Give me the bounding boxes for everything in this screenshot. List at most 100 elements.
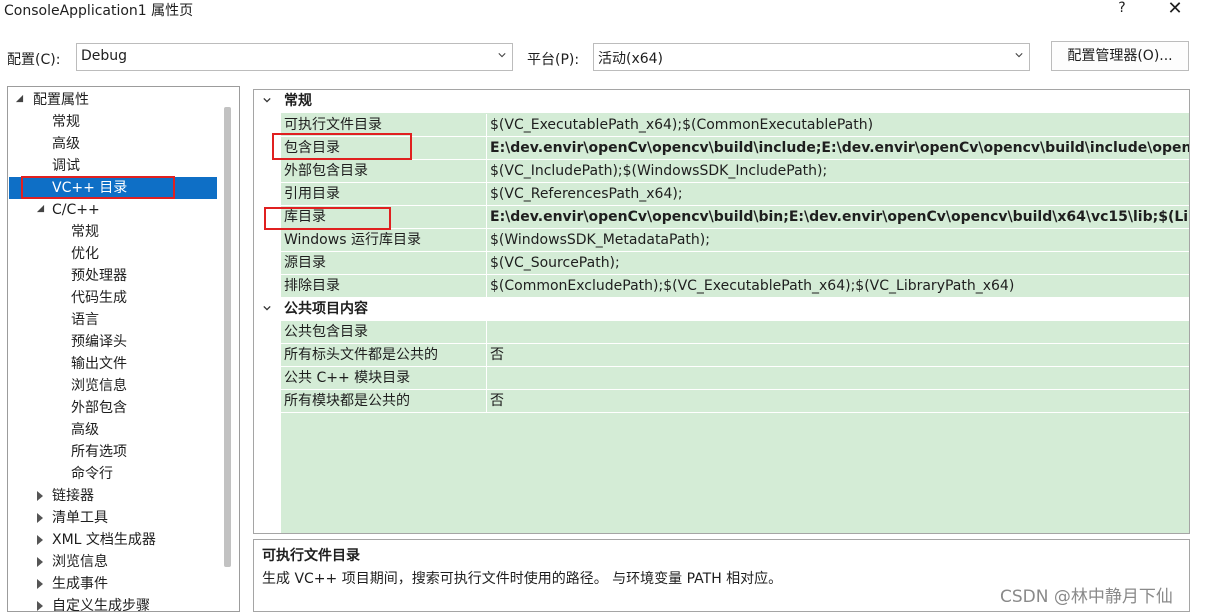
property-value[interactable]: $(VC_SourcePath); <box>490 252 1189 275</box>
collapsed-triangle-icon[interactable] <box>37 513 43 523</box>
column-divider <box>486 137 487 160</box>
configuration-label: 配置(C): <box>7 52 61 68</box>
property-value[interactable]: E:\dev.envir\openCv\opencv\build\bin;E:\… <box>490 206 1189 229</box>
property-tree[interactable]: 配置属性 常规 高级 调试 VC++ 目录 C/C++ 常规 优化 预处理器 代… <box>7 86 240 612</box>
tree-item-cpp-browse[interactable]: 浏览信息 <box>71 375 127 397</box>
collapsed-triangle-icon[interactable] <box>37 557 43 567</box>
grid-row-public-module[interactable]: 公共 C++ 模块目录 <box>254 367 1189 390</box>
tree-item-config-properties[interactable]: 配置属性 <box>33 89 89 111</box>
tree-item-cpp-advanced[interactable]: 高级 <box>71 419 99 441</box>
category-general[interactable]: 常规 <box>254 90 1189 113</box>
property-value[interactable]: $(VC_IncludePath);$(WindowsSDK_IncludePa… <box>490 160 1189 183</box>
collapsed-triangle-icon[interactable] <box>37 491 43 501</box>
property-value[interactable]: $(VC_ExecutablePath_x64);$(CommonExecuta… <box>490 114 1189 137</box>
property-grid[interactable]: 常规 可执行文件目录 $(VC_ExecutablePath_x64);$(Co… <box>253 89 1190 534</box>
tree-item-cpp-command-line[interactable]: 命令行 <box>71 463 113 485</box>
tree-item-cpp-optimization[interactable]: 优化 <box>71 243 99 265</box>
configuration-value: Debug <box>81 48 128 64</box>
property-name: 源目录 <box>284 255 326 271</box>
collapsed-triangle-icon[interactable] <box>37 579 43 589</box>
grid-row-reference-dirs[interactable]: 引用目录 $(VC_ReferencesPath_x64); <box>254 183 1189 206</box>
category-label: 常规 <box>284 93 312 109</box>
grid-row-winrt-dirs[interactable]: Windows 运行库目录 $(WindowsSDK_MetadataPath)… <box>254 229 1189 252</box>
property-value[interactable]: $(VC_ReferencesPath_x64); <box>490 183 1189 206</box>
category-public-project-content[interactable]: 公共项目内容 <box>254 298 1189 321</box>
column-divider <box>486 252 487 275</box>
property-value[interactable]: $(WindowsSDK_MetadataPath); <box>490 229 1189 252</box>
tree-item-custom-build[interactable]: 自定义生成步骤 <box>52 595 150 611</box>
configuration-dropdown[interactable]: Debug <box>76 43 513 71</box>
grid-row-all-modules-public[interactable]: 所有模块都是公共的 否 <box>254 390 1189 413</box>
property-name: 所有模块都是公共的 <box>284 393 410 409</box>
tree-item-cpp-pch[interactable]: 预编译头 <box>71 331 127 353</box>
column-divider <box>486 229 487 252</box>
tree-item-cpp-output[interactable]: 输出文件 <box>71 353 127 375</box>
highlight-box <box>21 176 175 199</box>
tree-item-cpp[interactable]: C/C++ <box>52 199 100 221</box>
close-button[interactable]: ✕ <box>1163 0 1187 22</box>
column-divider <box>486 206 487 229</box>
grid-row-external-include[interactable]: 外部包含目录 $(VC_IncludePath);$(WindowsSDK_In… <box>254 160 1189 183</box>
property-name: 公共包含目录 <box>284 324 368 340</box>
column-divider <box>486 344 487 367</box>
column-divider <box>486 183 487 206</box>
property-value[interactable]: E:\dev.envir\openCv\opencv\build\include… <box>490 137 1189 160</box>
category-label: 公共项目内容 <box>284 301 368 317</box>
tree-item-cpp-external[interactable]: 外部包含 <box>71 397 127 419</box>
column-divider <box>486 160 487 183</box>
grid-row-exclude-dirs[interactable]: 排除目录 $(CommonExcludePath);$(VC_Executabl… <box>254 275 1189 298</box>
platform-value: 活动(x64) <box>598 51 664 67</box>
column-divider <box>486 114 487 137</box>
tree-item-cpp-general[interactable]: 常规 <box>71 221 99 243</box>
tree-item-browse-info[interactable]: 浏览信息 <box>52 551 108 573</box>
property-value[interactable]: 否 <box>490 344 1189 367</box>
grid-row-source-dirs[interactable]: 源目录 $(VC_SourcePath); <box>254 252 1189 275</box>
chevron-down-icon <box>1015 53 1023 58</box>
collapsed-triangle-icon[interactable] <box>37 535 43 545</box>
tree-item-xml-doc[interactable]: XML 文档生成器 <box>52 529 156 551</box>
property-value[interactable] <box>490 367 1189 390</box>
collapsed-triangle-icon[interactable] <box>37 601 43 611</box>
property-name: 引用目录 <box>284 186 340 202</box>
grid-row-library-dirs[interactable]: 库目录 E:\dev.envir\openCv\opencv\build\bin… <box>254 206 1189 229</box>
property-name: 所有标头文件都是公共的 <box>284 347 438 363</box>
row-divider <box>281 412 1189 413</box>
grid-row-all-headers-public[interactable]: 所有标头文件都是公共的 否 <box>254 344 1189 367</box>
highlight-box <box>264 207 391 230</box>
column-divider <box>486 321 487 344</box>
platform-dropdown[interactable]: 活动(x64) <box>593 43 1030 71</box>
property-name: 公共 C++ 模块目录 <box>284 370 411 386</box>
help-button[interactable]: ? <box>1112 0 1132 20</box>
tree-scrollbar[interactable] <box>224 107 231 567</box>
property-value[interactable] <box>490 321 1189 344</box>
tree-item-cpp-preprocessor[interactable]: 预处理器 <box>71 265 127 287</box>
property-name: 排除目录 <box>284 278 340 294</box>
tree-item-linker[interactable]: 链接器 <box>52 485 94 507</box>
tree-item-manifest[interactable]: 清单工具 <box>52 507 108 529</box>
grid-row-public-include[interactable]: 公共包含目录 <box>254 321 1189 344</box>
property-name: Windows 运行库目录 <box>284 232 421 248</box>
tree-item-debugging[interactable]: 调试 <box>52 155 80 177</box>
property-value[interactable]: 否 <box>490 390 1189 413</box>
watermark: CSDN @林中静月下仙 <box>1000 587 1173 607</box>
highlight-box <box>272 133 412 160</box>
property-name: 外部包含目录 <box>284 163 368 179</box>
description-text: 生成 VC++ 项目期间，搜索可执行文件时使用的路径。 与环境变量 PATH 相… <box>262 571 783 587</box>
title-bar: ConsoleApplication1 属性页 ? ✕ <box>0 0 1206 22</box>
column-divider <box>486 275 487 298</box>
tree-item-build-events[interactable]: 生成事件 <box>52 573 108 595</box>
tree-item-cpp-codegen[interactable]: 代码生成 <box>71 287 127 309</box>
chevron-down-icon <box>498 53 506 58</box>
column-divider <box>486 390 487 413</box>
chevron-down-icon <box>263 97 271 103</box>
chevron-down-icon <box>263 305 271 311</box>
expanded-triangle-icon <box>36 204 45 213</box>
tree-item-advanced[interactable]: 高级 <box>52 133 80 155</box>
configuration-manager-button[interactable]: 配置管理器(O)... <box>1051 41 1189 71</box>
window-title: ConsoleApplication1 属性页 <box>4 3 194 19</box>
tree-item-cpp-all-options[interactable]: 所有选项 <box>71 441 127 463</box>
tree-item-cpp-language[interactable]: 语言 <box>71 309 99 331</box>
column-divider <box>486 367 487 390</box>
property-value[interactable]: $(CommonExcludePath);$(VC_ExecutablePath… <box>490 275 1189 298</box>
tree-item-general[interactable]: 常规 <box>52 111 80 133</box>
